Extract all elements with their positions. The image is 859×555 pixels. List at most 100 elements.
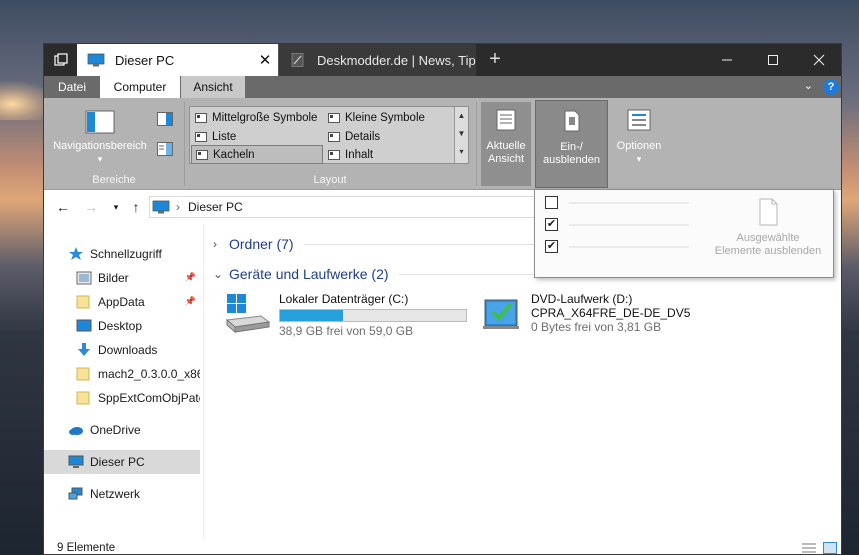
scroll-up-icon[interactable]: ▲ — [455, 107, 468, 125]
tab-deskmodder[interactable]: Deskmodder.de | News, Tip — [278, 44, 476, 76]
show-hide-icon — [564, 110, 579, 132]
ribbon-collapse-chevron-icon[interactable]: ⌄ — [804, 79, 813, 92]
close-window-button[interactable] — [796, 44, 841, 76]
maximize-button[interactable] — [750, 44, 796, 76]
tab-title: Deskmodder.de | News, Tip — [317, 52, 476, 68]
checkbox-item-checkboxes[interactable] — [545, 196, 558, 209]
drive-c-free: 38,9 GB frei von 59,0 GB — [279, 324, 414, 338]
sidebar-item-mach2[interactable]: mach2_0.3.0.0_x86 — [44, 362, 200, 386]
drive-c[interactable]: Lokaler Datenträger (C:) 38,9 GB frei vo… — [225, 292, 475, 342]
hide-page-icon — [759, 198, 778, 226]
sidebar-item-downloads[interactable]: Downloads — [44, 338, 200, 362]
address-field[interactable]: › Dieser PC — [149, 196, 549, 218]
folder-icon — [76, 367, 90, 381]
sidebar-item-bilder[interactable]: Bilder 📌 — [44, 266, 200, 290]
ribbon: Navigationsbereich ▾ Bereiche Mittelgroß… — [44, 98, 841, 190]
drive-c-usage-fill — [280, 310, 344, 321]
ribbon-tab-computer[interactable]: Computer — [100, 76, 180, 98]
ribbon-separator — [476, 102, 477, 186]
hide-selected-button[interactable]: Ausgewählte Elemente ausblenden — [705, 198, 831, 258]
sidebar-item-onedrive[interactable]: OneDrive — [44, 418, 200, 442]
layout-mittelgrosse-symbole[interactable]: Mittelgroße Symbole — [191, 108, 323, 127]
navigation-pane-label: Navigationsbereich — [53, 140, 147, 152]
navigation-pane-button[interactable]: Navigationsbereich ▾ — [50, 108, 150, 166]
folder-icon — [76, 295, 90, 309]
back-button[interactable]: ← — [53, 197, 73, 217]
star-icon — [69, 247, 83, 260]
network-icon — [68, 487, 83, 500]
sidebar-item-desktop[interactable]: Desktop — [44, 314, 200, 338]
options-icon — [627, 109, 651, 131]
close-tab-icon[interactable]: ✕ — [252, 51, 278, 69]
tab-dieser-pc[interactable]: Dieser PC ✕ — [77, 44, 278, 76]
ribbon-tab-strip: Datei Computer Ansicht ⌄ ? — [44, 76, 841, 98]
show-hide-dropdown: ✔ ✔ Ausgewählte Elemente ausblenden — [534, 189, 834, 278]
details-view-icon[interactable] — [801, 542, 817, 554]
task-view-icon — [53, 53, 68, 66]
layout-gallery-scroll[interactable]: ▲ ▼ ▾ — [454, 107, 468, 163]
tab-title: Dieser PC — [115, 52, 175, 68]
download-arrow-icon — [78, 343, 90, 356]
sidebar-item-netzwerk[interactable]: Netzwerk — [44, 482, 200, 506]
group-ordner-label: Ordner (7) — [229, 236, 294, 252]
dropdown-arrow-icon: ▾ — [636, 154, 642, 164]
sidebar-item-sppextcomobjpatch[interactable]: SppExtComObjPatc — [44, 386, 200, 410]
details-pane-button[interactable] — [157, 142, 173, 159]
explorer-window: Dieser PC ✕ Deskmodder.de | News, Tip + … — [43, 43, 842, 555]
ribbon-tab-datei[interactable]: Datei — [44, 76, 100, 98]
layout-details[interactable]: Details — [324, 127, 454, 146]
breadcrumb-chevron-icon: › — [176, 200, 180, 214]
title-bar: Dieser PC ✕ Deskmodder.de | News, Tip + — [44, 44, 841, 76]
dropdown-arrow-icon: ▾ — [97, 154, 103, 164]
recent-locations-icon[interactable]: ▾ — [106, 197, 126, 217]
breadcrumb-location[interactable]: Dieser PC — [188, 200, 243, 214]
dvd-drive-icon — [483, 299, 519, 329]
preview-pane-button[interactable] — [157, 112, 173, 129]
show-hide-button[interactable]: Ein-/ ausblenden — [535, 100, 608, 188]
layout-gallery: Mittelgroße Symbole Kleine Symbole Liste… — [189, 106, 469, 164]
computer-icon — [68, 455, 84, 468]
up-button[interactable]: ↑ — [126, 197, 146, 217]
cloud-icon — [69, 427, 83, 435]
desktop-icon — [76, 319, 92, 332]
sidebar-item-appdata[interactable]: AppData 📌 — [44, 290, 200, 314]
help-icon[interactable]: ? — [823, 79, 839, 95]
layout-kacheln[interactable]: Kacheln — [191, 145, 323, 164]
options-button[interactable]: Optionen ▾ — [612, 108, 666, 166]
sidebar-item-schnellzugriff[interactable]: Schnellzugriff — [44, 242, 200, 266]
maximize-icon — [768, 55, 778, 65]
checkbox-label-placeholder — [569, 224, 689, 226]
drive-d-free: 0 Bytes frei von 3,81 GB — [531, 320, 662, 334]
group-devices-label: Geräte und Laufwerke (2) — [229, 266, 389, 282]
checkbox-file-extensions[interactable]: ✔ — [545, 218, 558, 231]
sidebar-item-dieser-pc[interactable]: Dieser PC — [44, 450, 200, 474]
medium-icons-icon — [195, 112, 207, 123]
drive-d-name: DVD-Laufwerk (D:) — [531, 292, 633, 306]
close-icon — [813, 54, 825, 66]
navigation-pane: Schnellzugriff Bilder 📌 AppData 📌 Deskto… — [44, 224, 204, 539]
pin-icon: 📌 — [184, 296, 196, 306]
details-icon — [328, 131, 340, 142]
layout-inhalt[interactable]: Inhalt — [324, 145, 454, 164]
computer-icon — [152, 200, 170, 214]
group-label-bereiche: Bereiche — [92, 174, 136, 186]
layout-liste[interactable]: Liste — [191, 127, 323, 146]
current-view-icon — [496, 109, 516, 131]
forward-button[interactable]: → — [81, 197, 101, 217]
chevron-right-icon: › — [213, 237, 217, 251]
drive-d[interactable]: DVD-Laufwerk (D:) CPRA_X64FRE_DE-DE_DV5 … — [483, 292, 753, 342]
browser-page-icon — [291, 53, 304, 67]
details-pane-icon — [157, 142, 173, 156]
ribbon-tab-ansicht[interactable]: Ansicht — [181, 76, 245, 98]
scroll-down-icon[interactable]: ▼ — [455, 125, 468, 143]
new-tab-button[interactable]: + — [482, 48, 508, 72]
task-view-button[interactable] — [44, 44, 77, 76]
current-view-button[interactable]: Aktuelle Ansicht — [481, 102, 531, 186]
checkbox-hidden-items[interactable]: ✔ — [545, 240, 558, 253]
minimize-button[interactable] — [704, 44, 750, 76]
folder-icon — [76, 391, 90, 405]
chevron-down-icon: ⌄ — [213, 267, 224, 281]
tiles-view-icon[interactable] — [823, 542, 837, 554]
layout-kleine-symbole[interactable]: Kleine Symbole — [324, 108, 454, 127]
gallery-expand-icon[interactable]: ▾ — [455, 143, 468, 161]
